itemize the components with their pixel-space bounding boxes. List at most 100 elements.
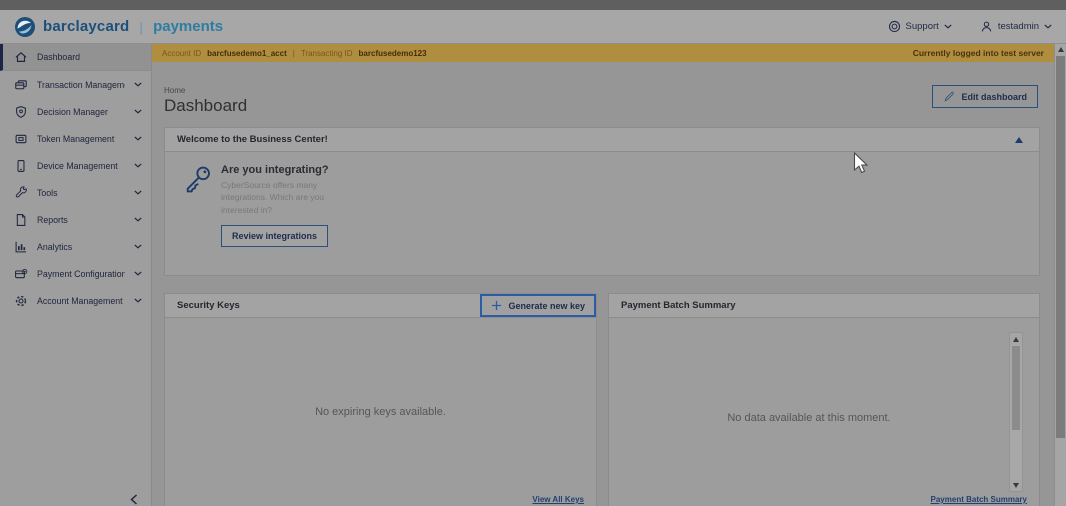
shield-icon	[14, 105, 28, 119]
document-icon	[14, 213, 28, 227]
payment-batch-empty-message: No data available at this moment.	[609, 412, 1009, 424]
edit-dashboard-label: Edit dashboard	[961, 92, 1027, 102]
key-icon	[183, 164, 213, 247]
transaction-card-icon	[14, 78, 28, 92]
collapse-up-icon[interactable]	[1015, 137, 1023, 143]
security-keys-title: Security Keys	[177, 300, 240, 311]
support-icon	[888, 20, 901, 33]
payment-batch-summary-panel: Payment Batch Summary No data available …	[608, 293, 1040, 506]
sidebar-item-account-management[interactable]: Account Management	[0, 287, 151, 314]
plus-icon	[491, 300, 502, 311]
sidebar-item-tools[interactable]: Tools	[0, 179, 151, 206]
panel-scrollbar[interactable]	[1009, 332, 1023, 492]
generate-new-key-label: Generate new key	[508, 301, 585, 311]
sidebar-item-label: Payment Configuration	[37, 269, 125, 279]
sidebar-item-label: Dashboard	[37, 52, 142, 62]
transacting-id-label: Transacting ID	[301, 49, 353, 58]
sidebar-item-payment-configuration[interactable]: Payment Configuration	[0, 260, 151, 287]
username: testadmin	[998, 21, 1039, 32]
business-center-dashboard-screen: barclaycard | payments Support testadmin…	[0, 0, 1066, 506]
review-integrations-button[interactable]: Review integrations	[221, 225, 328, 247]
view-all-keys-link[interactable]: View All Keys	[532, 495, 584, 504]
integrating-copy: CyberSource offers many integrations. Wh…	[221, 179, 349, 216]
sidebar-item-decision-manager[interactable]: Decision Manager	[0, 98, 151, 125]
bar-chart-icon	[14, 240, 28, 254]
security-keys-panel: Security Keys Generate new key No expiri…	[164, 293, 597, 506]
sidebar-nav: Dashboard Transaction Management Decision …	[0, 44, 152, 506]
welcome-panel-header: Welcome to the Business Center!	[165, 128, 1039, 152]
token-icon	[14, 132, 28, 146]
payment-config-icon	[14, 267, 28, 281]
support-menu[interactable]: Support	[888, 20, 952, 33]
triangle-up-icon	[1058, 47, 1064, 52]
chevron-down-icon	[134, 244, 142, 249]
merchant-context-bar: Account ID barcfusedemo1_acct | Transact…	[152, 44, 1054, 62]
product-name: payments	[153, 18, 223, 35]
user-menu[interactable]: testadmin	[980, 20, 1052, 33]
scroll-up-button[interactable]	[1010, 333, 1022, 345]
security-keys-empty-message: No expiring keys available.	[165, 406, 596, 418]
chevron-down-icon	[134, 217, 142, 222]
window-scroll-up-button[interactable]	[1055, 47, 1066, 52]
sidebar-item-dashboard[interactable]: Dashboard	[0, 44, 151, 71]
payment-batch-summary-link[interactable]: Payment Batch Summary	[931, 495, 1027, 504]
security-keys-header: Security Keys Generate new key	[165, 294, 596, 318]
brand-name: barclaycard	[43, 18, 129, 35]
window-scrollbar-thumb[interactable]	[1056, 56, 1065, 438]
page-title: Dashboard	[164, 96, 247, 116]
barclaycard-swirl-icon	[14, 16, 36, 38]
triangle-down-icon	[1013, 483, 1019, 488]
welcome-panel: Welcome to the Business Center! Are you …	[164, 127, 1040, 276]
sidebar-item-label: Analytics	[37, 242, 125, 252]
generate-new-key-button[interactable]: Generate new key	[480, 294, 596, 317]
sidebar-item-label: Token Management	[37, 134, 125, 144]
sidebar-collapse-icon[interactable]	[129, 494, 139, 505]
chevron-down-icon	[134, 163, 142, 168]
sidebar-item-transaction-management[interactable]: Transaction Management	[0, 71, 151, 98]
sidebar-item-label: Decision Manager	[37, 107, 125, 117]
context-divider: |	[293, 49, 295, 58]
welcome-panel-body: Are you integrating? CyberSource offers …	[165, 152, 1039, 247]
user-icon	[980, 20, 993, 33]
test-server-status: Currently logged into test server	[913, 48, 1044, 58]
home-icon	[14, 50, 28, 64]
account-id-label: Account ID	[162, 49, 201, 58]
mobile-device-icon	[14, 159, 28, 173]
window-top-strip	[0, 0, 1066, 10]
welcome-panel-title: Welcome to the Business Center!	[177, 134, 328, 145]
sidebar-item-analytics[interactable]: Analytics	[0, 233, 151, 260]
triangle-up-icon	[1013, 337, 1019, 342]
payment-batch-title: Payment Batch Summary	[621, 300, 736, 311]
scrollbar-thumb[interactable]	[1012, 346, 1020, 430]
account-id-value: barcfusedemo1_acct	[207, 49, 287, 58]
payment-batch-header: Payment Batch Summary	[609, 294, 1039, 318]
window-scrollbar[interactable]	[1054, 44, 1066, 506]
integrating-heading: Are you integrating?	[221, 164, 349, 176]
chevron-down-icon	[134, 109, 142, 114]
sidebar-item-label: Transaction Management	[37, 80, 125, 90]
sidebar-item-label: Device Management	[37, 161, 125, 171]
transacting-id-value: barcfusedemo123	[359, 49, 427, 58]
chevron-down-icon	[134, 136, 142, 141]
barclaycard-payments-logo: barclaycard | payments	[14, 16, 223, 38]
gear-icon	[14, 294, 28, 308]
edit-dashboard-button[interactable]: Edit dashboard	[932, 85, 1038, 108]
welcome-text-block: Are you integrating? CyberSource offers …	[221, 164, 349, 247]
scroll-down-button[interactable]	[1010, 479, 1022, 491]
chevron-down-icon	[134, 190, 142, 195]
sidebar-items: Dashboard Transaction Management Decision …	[0, 44, 151, 314]
sidebar-item-label: Tools	[37, 188, 125, 198]
chevron-down-icon	[134, 271, 142, 276]
sidebar-item-device-management[interactable]: Device Management	[0, 152, 151, 179]
sidebar-item-token-management[interactable]: Token Management	[0, 125, 151, 152]
pencil-icon	[943, 91, 955, 103]
sidebar-item-reports[interactable]: Reports	[0, 206, 151, 233]
chevron-down-icon	[134, 298, 142, 303]
breadcrumb[interactable]: Home	[164, 86, 185, 95]
chevron-down-icon	[134, 82, 142, 87]
app-header: barclaycard | payments Support testadmin	[0, 10, 1066, 44]
main-content: Home Dashboard Edit dashboard Welcome to…	[152, 62, 1054, 506]
logo-divider: |	[139, 19, 143, 35]
chevron-down-icon	[944, 24, 952, 29]
chevron-down-icon	[1044, 24, 1052, 29]
